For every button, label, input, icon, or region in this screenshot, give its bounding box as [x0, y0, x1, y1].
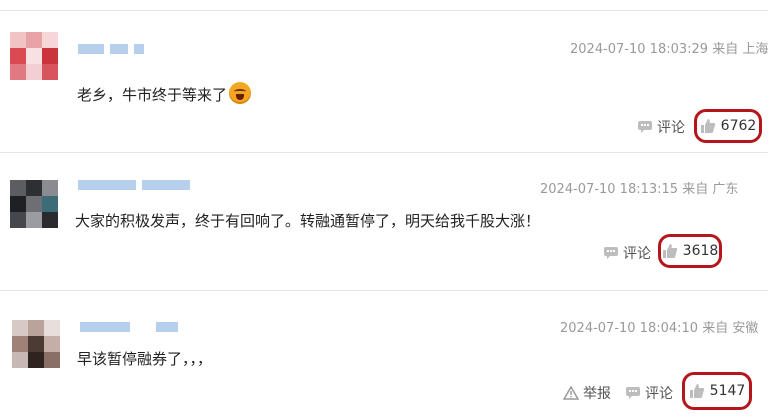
- comment-divider: [0, 152, 768, 153]
- warning-icon: [563, 386, 579, 400]
- like-button[interactable]: 6762: [694, 109, 762, 143]
- avatar[interactable]: [10, 180, 58, 228]
- like-button[interactable]: 5147: [682, 372, 752, 410]
- crying-face-icon: [229, 82, 252, 104]
- report-label: 举报: [583, 386, 611, 402]
- reply-button[interactable]: 评论: [625, 383, 673, 403]
- like-count: 5147: [709, 383, 746, 399]
- comment-timestamp: 2024-07-10 18:13:15 来自 广东: [540, 182, 739, 197]
- like-count: 3618: [682, 243, 719, 259]
- thumbs-up-icon: [700, 119, 715, 133]
- thumbs-up-icon: [689, 384, 704, 398]
- like-count: 6762: [720, 118, 757, 134]
- comment-bubble-icon: [638, 121, 652, 133]
- comment-text-body: 老乡，牛市终于等来了: [77, 86, 228, 104]
- avatar[interactable]: [10, 32, 58, 80]
- reply-button[interactable]: 评论: [637, 117, 685, 137]
- thumbs-up-icon: [662, 244, 677, 258]
- comment-divider: [0, 290, 768, 291]
- comment-text: 大家的积极发声，终于有回响了。转融通暂停了，明天给我千股大涨！: [75, 212, 541, 230]
- report-button[interactable]: 举报: [563, 383, 611, 403]
- comment-timestamp: 2024-07-10 18:03:29 来自 上海: [570, 42, 769, 57]
- like-button[interactable]: 3618: [658, 234, 722, 268]
- comment-bubble-icon: [626, 387, 640, 399]
- reply-label: 评论: [623, 246, 651, 262]
- username-blurred[interactable]: [78, 44, 144, 54]
- comment-timestamp: 2024-07-10 18:04:10 来自 安徽: [560, 321, 759, 336]
- comment-text: 老乡，牛市终于等来了: [77, 82, 252, 105]
- reply-label: 评论: [645, 386, 673, 402]
- top-divider: [0, 10, 768, 11]
- username-blurred[interactable]: [78, 180, 190, 190]
- reply-button[interactable]: 评论: [603, 243, 651, 263]
- comment-bubble-icon: [604, 247, 618, 259]
- comment-text: 早该暂停融券了，，，: [77, 350, 213, 368]
- username-blurred[interactable]: [80, 322, 178, 332]
- reply-label: 评论: [657, 120, 685, 136]
- avatar[interactable]: [12, 320, 60, 368]
